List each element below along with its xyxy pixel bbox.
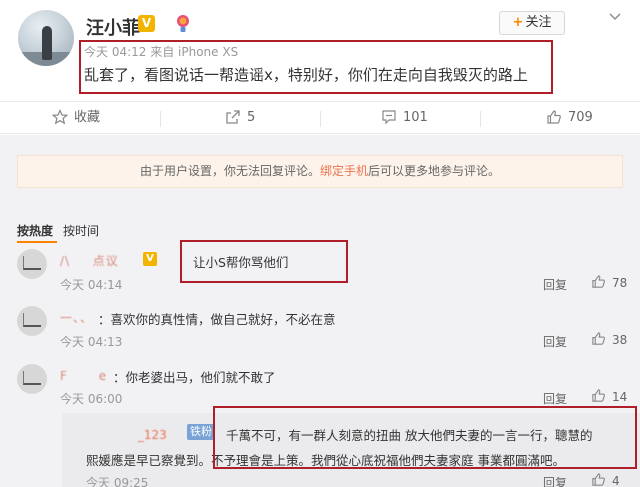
- share-icon: [226, 109, 240, 124]
- tab-sort-by-hot[interactable]: 按热度: [17, 224, 53, 238]
- comment-button[interactable]: 101: [381, 102, 428, 135]
- reply-button[interactable]: 回复: [543, 390, 567, 407]
- commenter-avatar[interactable]: [17, 306, 47, 336]
- comment-text: ：喜欢你的真性情，做自己就好，不必在意: [98, 312, 336, 327]
- verified-badge-icon: V: [138, 15, 155, 32]
- comment-text: ：你老婆出马，他们就不敢了: [113, 370, 276, 385]
- comment-icon: [382, 109, 396, 124]
- comment-like-count: 38: [612, 333, 628, 347]
- chevron-down-icon[interactable]: [608, 12, 622, 22]
- bulb-icon: [177, 15, 189, 32]
- commenter-name[interactable]: /\ 点议: [60, 252, 119, 269]
- avatar-figure: [42, 26, 52, 60]
- reply-restriction-notice: 由于用户设置，你无法回复评论。绑定手机后可以更多地参与评论。: [17, 155, 623, 188]
- comment-like-count: 78: [612, 276, 628, 290]
- post-username[interactable]: 汪小菲: [86, 14, 140, 40]
- notice-text-before: 由于用户设置，你无法回复评论。: [139, 164, 320, 178]
- favorite-button[interactable]: 收藏: [51, 102, 101, 135]
- notice-text-after: 后可以更多地参与评论。: [368, 164, 501, 178]
- follow-button[interactable]: + 关注: [499, 11, 565, 35]
- commenter-avatar[interactable]: [17, 364, 47, 394]
- reply-button[interactable]: 回复: [543, 333, 567, 350]
- comment-like-button[interactable]: 38: [591, 332, 628, 348]
- reply-time: 今天 09:25: [86, 476, 149, 487]
- reply-button[interactable]: 回复: [543, 276, 567, 293]
- bind-phone-link[interactable]: 绑定手机: [320, 164, 368, 178]
- divider: [160, 111, 161, 127]
- action-bar: 收藏 5 101 709: [0, 101, 640, 134]
- thumbs-up-icon: [547, 109, 561, 124]
- comment-time: 今天 04:14: [60, 278, 123, 292]
- comment-highlight-box: [180, 240, 348, 283]
- user-avatar[interactable]: [18, 10, 74, 66]
- repost-button[interactable]: 5: [225, 102, 255, 135]
- thumbs-up-icon: [592, 389, 605, 402]
- thumbs-up-icon: [592, 275, 605, 288]
- reply-like-count: 4: [612, 474, 620, 487]
- thumbs-up-icon: [592, 332, 605, 345]
- comment-count: 101: [403, 110, 428, 125]
- comment-like-button[interactable]: 78: [591, 275, 628, 291]
- commenter-avatar[interactable]: [17, 249, 47, 279]
- plus-icon: +: [512, 15, 524, 30]
- comment-sort-tabs: 按热度 按时间: [17, 222, 99, 243]
- like-count: 709: [568, 110, 593, 125]
- commenter-name[interactable]: 一、、: [60, 309, 93, 326]
- comment-like-button[interactable]: 14: [591, 389, 628, 405]
- divider: [320, 111, 321, 127]
- comment-like-count: 14: [612, 390, 628, 404]
- reply-highlight-box: [213, 406, 637, 469]
- reply-like-button[interactable]: 4: [591, 473, 620, 487]
- fan-badge: 铁粉: [187, 424, 215, 440]
- commenter-name[interactable]: F e: [60, 367, 107, 384]
- repost-count: 5: [247, 110, 256, 125]
- follow-label: 关注: [525, 15, 552, 30]
- divider: [480, 111, 481, 127]
- reply-author-name[interactable]: _123: [86, 426, 167, 443]
- favorite-label: 收藏: [74, 110, 101, 125]
- weibo-post: 汪小菲 V 今天 04:12 来自 iPhone XS 乱套了，看图说话一帮造谣…: [0, 0, 640, 100]
- like-button[interactable]: 709: [546, 102, 593, 135]
- thumbs-up-icon: [592, 473, 605, 486]
- active-tab-indicator: [17, 241, 57, 243]
- comment-time: 今天 06:00: [60, 392, 123, 406]
- verified-badge-icon: V: [143, 252, 157, 266]
- star-icon: [51, 108, 69, 124]
- comment-time: 今天 04:13: [60, 335, 123, 349]
- post-highlight-box: [79, 40, 553, 94]
- reply-button[interactable]: 回复: [543, 474, 567, 487]
- tab-sort-by-time[interactable]: 按时间: [63, 224, 99, 238]
